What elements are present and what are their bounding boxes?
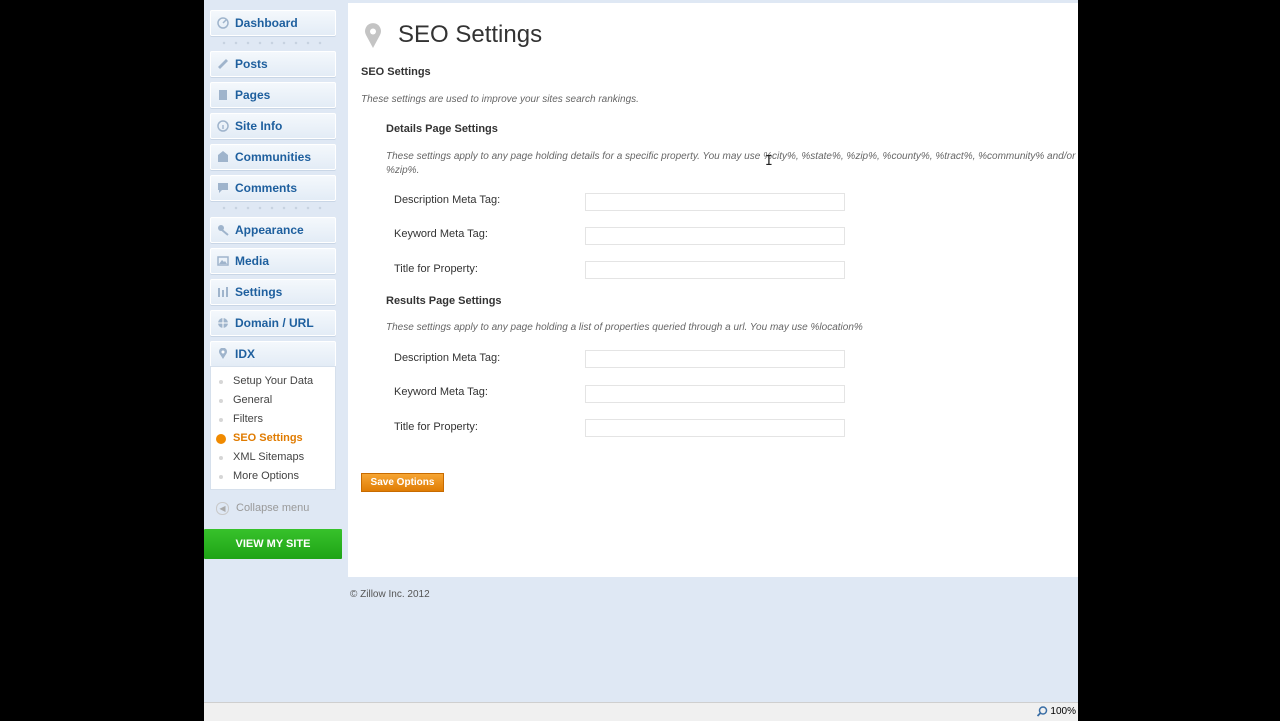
section-heading: SEO Settings [361,66,431,78]
sidebar-item-label: Posts [235,57,268,71]
sidebar-item-label: Domain / URL [235,316,314,330]
section-description: These settings are used to improve your … [361,94,639,105]
collapse-menu-label: Collapse menu [236,502,310,514]
posts-icon [218,59,228,69]
sidebar-item-label: Settings [235,285,283,299]
details-title-input[interactable] [585,261,845,279]
communities-icon [218,151,228,162]
separator [218,206,330,210]
results-description: These settings apply to any page holding… [386,322,863,333]
results-keyword-label: Keyword Meta Tag: [394,386,488,398]
submenu-item-setup-your-data[interactable]: Setup Your Data [233,375,313,387]
results-description-label: Description Meta Tag: [394,352,501,364]
sidebar-item-label: IDX [235,347,256,361]
details-description-input[interactable] [585,193,845,211]
settings-icon [218,287,228,297]
results-keyword-input[interactable] [585,385,845,403]
sidebar: Dashboard Posts Pages Site Info Communit… [204,0,344,560]
collapse-arrow-icon: ◀ [216,502,229,515]
sidebar-item-label: Site Info [235,119,283,133]
footer-copyright: © Zillow Inc. 2012 [350,589,430,600]
details-heading: Details Page Settings [386,123,498,135]
results-title-label: Title for Property: [394,421,478,433]
bullet-icon [219,380,223,384]
sidebar-item-comments[interactable]: Comments [210,175,336,201]
status-bar: 100% [204,702,1078,721]
zoom-level[interactable]: 100% [1050,706,1076,717]
sidebar-item-label: Communities [235,150,312,164]
sidebar-item-label: Appearance [235,223,304,237]
location-pin-icon [219,348,227,359]
zoom-icon[interactable] [1037,706,1048,717]
view-my-site-button[interactable]: VIEW MY SITE [204,529,342,559]
bullet-icon [219,456,223,460]
sidebar-item-site-info[interactable]: Site Info [210,113,336,139]
site-info-icon [217,120,229,132]
submenu-item-general[interactable]: General [233,394,272,406]
sidebar-item-dashboard[interactable]: Dashboard [210,10,336,36]
details-keyword-input[interactable] [585,227,845,245]
main-content: SEO Settings SEO Settings These settings… [348,3,1078,577]
submenu-item-seo-settings[interactable]: SEO Settings [233,432,303,444]
page-title: SEO Settings [398,21,543,48]
comments-icon [218,183,228,193]
domain-icon [218,318,228,328]
save-options-button[interactable]: Save Options [361,473,444,492]
bullet-icon [219,475,223,479]
sidebar-item-pages[interactable]: Pages [210,82,336,108]
location-pin-icon [365,23,381,48]
bullet-icon [219,399,223,403]
details-description: These settings apply to any page holding… [386,151,1076,176]
sidebar-item-settings[interactable]: Settings [210,279,336,305]
submenu-item-more-options[interactable]: More Options [233,470,299,482]
results-description-input[interactable] [585,350,845,368]
sidebar-item-idx[interactable]: IDX [210,341,336,367]
details-keyword-label: Keyword Meta Tag: [394,228,488,240]
sidebar-item-communities[interactable]: Communities [210,144,336,170]
submenu-item-filters[interactable]: Filters [233,413,263,425]
separator [218,41,330,45]
results-heading: Results Page Settings [386,295,502,307]
details-title-label: Title for Property: [394,263,478,275]
appearance-icon [218,225,229,236]
pages-icon [219,90,227,100]
admin-window: Dashboard Posts Pages Site Info Communit… [204,0,1078,721]
sidebar-item-posts[interactable]: Posts [210,51,336,77]
sidebar-item-label: Pages [235,88,271,102]
media-icon [217,256,229,266]
sidebar-item-domain-url[interactable]: Domain / URL [210,310,336,336]
sidebar-item-appearance[interactable]: Appearance [210,217,336,243]
results-title-input[interactable] [585,419,845,437]
sidebar-item-label: Media [235,254,270,268]
submenu-item-xml-sitemaps[interactable]: XML Sitemaps [233,451,304,463]
idx-submenu: Setup Your Data General Filters SEO Sett… [210,366,336,490]
details-description-label: Description Meta Tag: [394,194,501,206]
sidebar-item-label: Dashboard [235,16,298,30]
dashboard-icon [217,17,229,29]
sidebar-item-label: Comments [235,181,298,195]
sidebar-item-media[interactable]: Media [210,248,336,274]
bullet-icon [219,418,223,422]
active-bullet-icon [216,434,226,444]
text-cursor-icon: I [765,154,773,169]
